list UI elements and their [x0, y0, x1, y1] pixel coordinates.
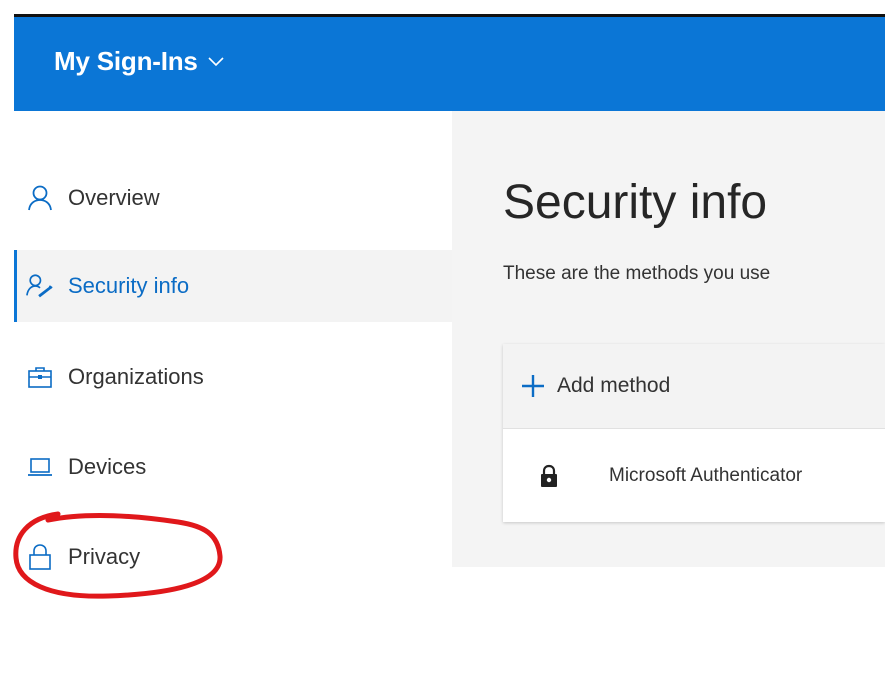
sidebar-item-label: Privacy [68, 544, 141, 569]
security-methods-card: Add method Microsoft Authenticator [503, 344, 885, 522]
sidebar-item-label: Overview [68, 185, 160, 210]
sidebar-item-label: Organizations [68, 364, 204, 389]
main-content: Security info These are the methods you … [452, 111, 885, 567]
add-method-label: Add method [557, 374, 671, 397]
authenticator-lock-icon [541, 464, 557, 487]
app-title: My Sign-Ins [54, 46, 198, 76]
sidebar-item-security-info[interactable]: Security info [14, 250, 452, 322]
person-icon [26, 184, 54, 212]
page-subtitle: These are the methods you use [503, 263, 771, 284]
sidebar-item-overview[interactable]: Overview [14, 162, 452, 234]
app-title-menu[interactable]: My Sign-Ins [54, 46, 224, 77]
sidebar-nav: Overview Security info Organizations Dev… [0, 111, 452, 693]
sidebar-item-organizations[interactable]: Organizations [14, 341, 452, 413]
lock-icon [26, 543, 54, 571]
method-row: Microsoft Authenticator [503, 429, 885, 522]
sidebar-item-label: Security info [68, 273, 190, 298]
add-method-button[interactable]: Add method [503, 344, 885, 429]
sidebar-item-devices[interactable]: Devices [14, 431, 452, 503]
method-name: Microsoft Authenticator [609, 464, 803, 486]
page-title: Security info [503, 176, 768, 229]
app-header: My Sign-Ins [14, 17, 885, 111]
plus-icon [522, 375, 544, 397]
person-key-icon [26, 272, 54, 300]
main-content-footer-space [452, 567, 885, 693]
laptop-icon [26, 453, 54, 481]
sidebar-item-label: Devices [68, 454, 147, 479]
briefcase-icon [26, 363, 54, 391]
sidebar-item-privacy[interactable]: Privacy [14, 521, 452, 593]
chevron-down-icon [208, 56, 224, 66]
